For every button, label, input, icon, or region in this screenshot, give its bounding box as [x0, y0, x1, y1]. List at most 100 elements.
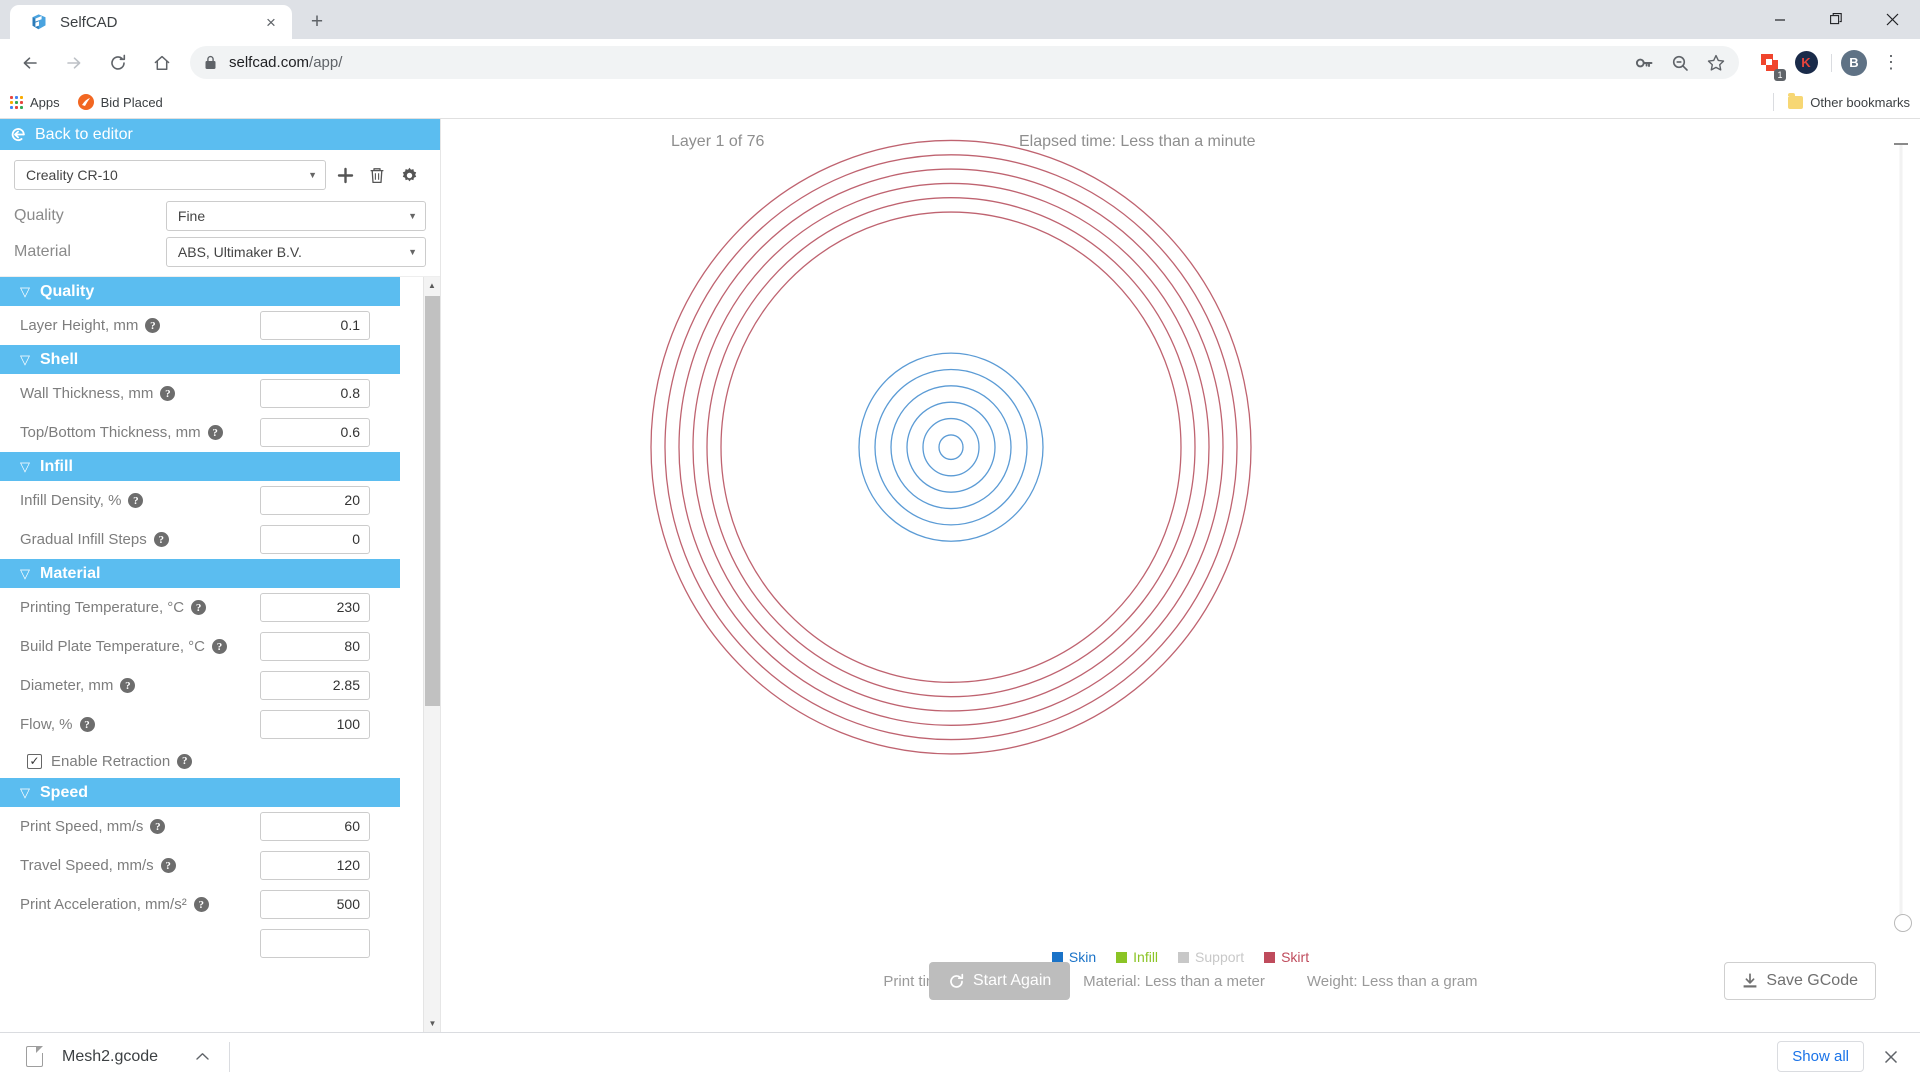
close-download-bar-icon[interactable] — [1876, 1042, 1906, 1072]
extension-icon[interactable]: 1 — [1754, 48, 1784, 78]
address-bar[interactable]: selfcad.com/app/ — [190, 46, 1739, 79]
setting-input[interactable]: 20 — [260, 486, 370, 515]
setting-input[interactable]: 230 — [260, 593, 370, 622]
delete-printer-button[interactable] — [364, 162, 390, 188]
layer-slider[interactable] — [1894, 143, 1908, 932]
legend-swatch — [1116, 952, 1127, 963]
material-select[interactable]: ABS, Ultimaker B.V. ▼ — [166, 237, 426, 267]
setting-input[interactable] — [260, 929, 370, 958]
section-title: Shell — [40, 351, 78, 369]
title-bar: SelfCAD × + — [0, 0, 1920, 39]
help-icon[interactable]: ? — [150, 819, 165, 834]
layer-slider-handle[interactable] — [1894, 914, 1912, 932]
status-item: Material: Less than a meter — [1083, 973, 1265, 990]
other-bookmarks[interactable]: Other bookmarks — [1773, 93, 1910, 111]
setting-input[interactable]: 120 — [260, 851, 370, 880]
setting-input[interactable]: 0.6 — [260, 418, 370, 447]
enable-retraction-checkbox[interactable]: ✓ — [27, 754, 42, 769]
help-icon[interactable]: ? — [212, 639, 227, 654]
back-to-editor-button[interactable]: Back to editor — [0, 119, 440, 150]
sidebar-scrollbar[interactable]: ▲ ▼ — [423, 277, 440, 1032]
legend-item[interactable]: Support — [1178, 949, 1244, 965]
back-icon[interactable] — [13, 46, 47, 80]
setting-input[interactable]: 500 — [260, 890, 370, 919]
show-all-downloads-button[interactable]: Show all — [1777, 1041, 1864, 1072]
setting-label: Print Acceleration, mm/s²? — [20, 896, 260, 913]
setting-row: Print Speed, mm/s?60 — [0, 807, 420, 846]
reload-icon[interactable] — [101, 46, 135, 80]
url-path: /app/ — [309, 54, 342, 71]
help-icon[interactable]: ? — [145, 318, 160, 333]
setting-input[interactable]: 0.1 — [260, 311, 370, 340]
star-icon[interactable] — [1707, 54, 1725, 72]
back-arrow-icon — [9, 125, 28, 144]
setting-input[interactable]: 0.8 — [260, 379, 370, 408]
setting-label: Gradual Infill Steps? — [20, 531, 260, 548]
quality-select[interactable]: Fine ▼ — [166, 201, 426, 231]
minimize-icon[interactable] — [1752, 0, 1808, 39]
profile-k-avatar[interactable]: K — [1791, 48, 1821, 78]
setting-input[interactable]: 60 — [260, 812, 370, 841]
help-icon[interactable]: ? — [120, 678, 135, 693]
help-icon[interactable]: ? — [191, 600, 206, 615]
setting-input[interactable]: 2.85 — [260, 671, 370, 700]
quality-label: Quality — [14, 207, 166, 225]
section-header[interactable]: ▽Material — [0, 559, 400, 588]
new-tab-button[interactable]: + — [302, 7, 332, 37]
scroll-up-icon[interactable]: ▲ — [424, 277, 440, 294]
help-icon[interactable]: ? — [161, 858, 176, 873]
zoom-out-icon[interactable] — [1671, 54, 1689, 72]
window-close-icon[interactable] — [1864, 0, 1920, 39]
scroll-down-icon[interactable]: ▼ — [425, 1015, 440, 1032]
setting-input[interactable]: 100 — [260, 710, 370, 739]
url-text: selfcad.com/app/ — [229, 54, 342, 71]
legend-item[interactable]: Skirt — [1264, 949, 1309, 965]
setting-input[interactable]: 80 — [260, 632, 370, 661]
help-icon[interactable]: ? — [154, 532, 169, 547]
other-bookmarks-label: Other bookmarks — [1810, 95, 1910, 110]
profile-b-avatar[interactable]: B — [1839, 48, 1869, 78]
help-icon[interactable]: ? — [128, 493, 143, 508]
help-icon[interactable]: ? — [160, 386, 175, 401]
skin-ring — [891, 386, 1011, 509]
forward-icon[interactable] — [57, 46, 91, 80]
home-icon[interactable] — [145, 46, 179, 80]
help-icon[interactable]: ? — [177, 754, 192, 769]
setting-row: Layer Height, mm?0.1 — [0, 306, 420, 345]
section-header[interactable]: ▽Infill — [0, 452, 400, 481]
browser-tab[interactable]: SelfCAD × — [10, 5, 292, 39]
start-again-button[interactable]: Start Again — [929, 962, 1070, 1000]
skin-ring — [907, 402, 995, 492]
chevron-up-icon[interactable] — [196, 1050, 209, 1064]
bookmark-bid-placed[interactable]: Bid Placed — [78, 94, 163, 110]
gcode-preview-viewport[interactable]: Layer 1 of 76 Elapsed time: Less than a … — [441, 119, 1920, 1032]
gear-icon[interactable] — [396, 162, 422, 188]
key-icon[interactable] — [1635, 54, 1653, 72]
add-printer-button[interactable] — [332, 162, 358, 188]
setting-input[interactable]: 0 — [260, 525, 370, 554]
legend-item[interactable]: Infill — [1116, 949, 1158, 965]
checkbox-row[interactable]: ✓Enable Retraction? — [0, 744, 420, 778]
setting-label: Flow, %? — [20, 716, 260, 733]
section-header[interactable]: ▽Quality — [0, 277, 400, 306]
maximize-icon[interactable] — [1808, 0, 1864, 39]
help-icon[interactable]: ? — [194, 897, 209, 912]
settings-scroll-area: ▽QualityLayer Height, mm?0.1▽ShellWall T… — [0, 276, 440, 1032]
setting-label: Printing Temperature, °C? — [20, 599, 260, 616]
browser-menu-icon[interactable]: ⋮ — [1876, 48, 1906, 78]
close-icon[interactable]: × — [260, 11, 282, 33]
save-gcode-button[interactable]: Save GCode — [1724, 962, 1876, 1000]
bookmark-apps[interactable]: Apps — [10, 95, 60, 110]
help-icon[interactable]: ? — [80, 717, 95, 732]
download-icon — [1742, 973, 1758, 989]
scrollbar-thumb[interactable] — [425, 296, 440, 706]
section-header[interactable]: ▽Speed — [0, 778, 400, 807]
quality-row: Quality Fine ▼ — [0, 198, 440, 234]
layer-slider-track[interactable] — [1899, 143, 1903, 932]
section-header[interactable]: ▽Shell — [0, 345, 400, 374]
help-icon[interactable]: ? — [208, 425, 223, 440]
bookmark-label: Apps — [30, 95, 60, 110]
quality-select-value: Fine — [178, 208, 205, 224]
printer-select[interactable]: Creality CR-10 ▼ — [14, 160, 326, 190]
download-item[interactable]: Mesh2.gcode — [12, 1039, 217, 1075]
